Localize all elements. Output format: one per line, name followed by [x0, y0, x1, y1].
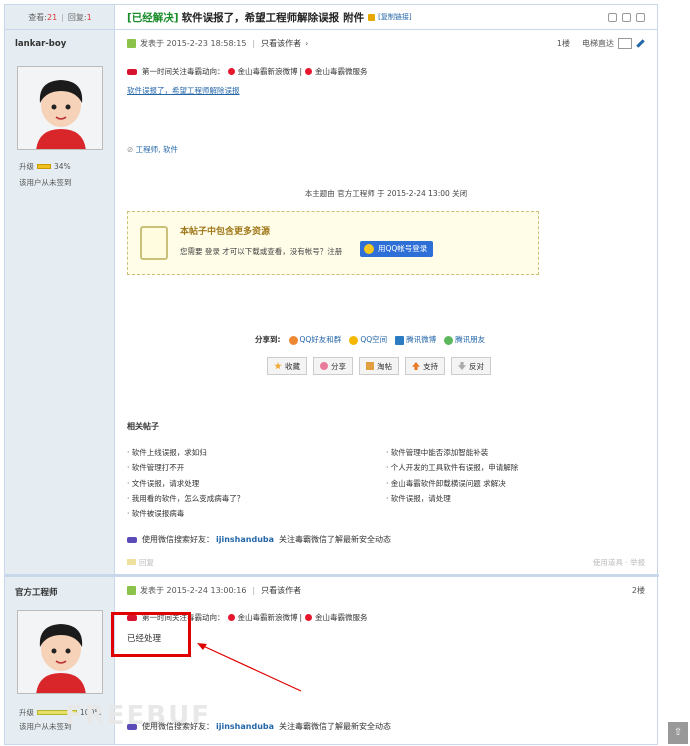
annotation-arrow-icon	[197, 643, 302, 692]
scroll-to-top-button[interactable]: ⇧	[668, 722, 688, 744]
forum-thread: 查看: 21 | 回复: 1 [已经解决] 软件误报了，希望工程师解除误报 附件…	[4, 4, 659, 745]
wechat-id: ijinshanduba	[216, 722, 275, 731]
wechat-prefix: 使用微信搜索好友：	[142, 722, 214, 731]
wechat-badge-icon	[127, 723, 137, 730]
wechat-suffix: 关注毒霸微信了解最新安全动态	[279, 722, 392, 731]
post2-wechat-line: 使用微信搜索好友： ijinshanduba 关注毒霸微信了解最新安全动态	[127, 721, 391, 732]
